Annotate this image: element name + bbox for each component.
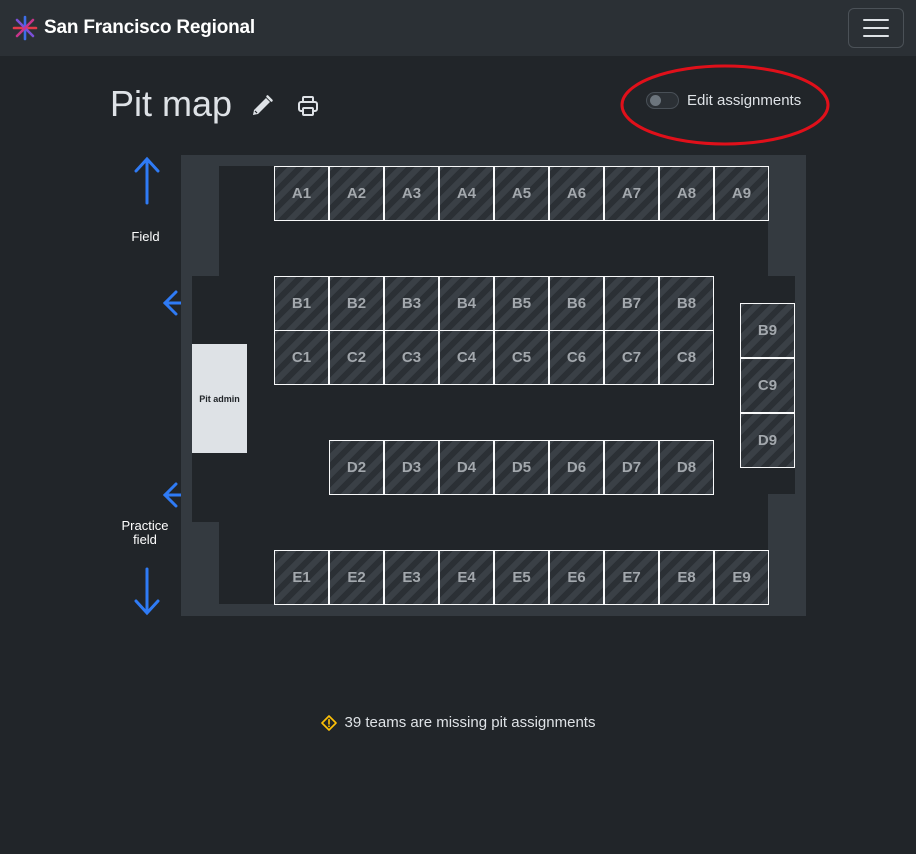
pit-d5[interactable]: D5: [494, 440, 549, 495]
pit-b5[interactable]: B5: [494, 276, 549, 331]
pit-c7[interactable]: C7: [604, 330, 659, 385]
pit-c8[interactable]: C8: [659, 330, 714, 385]
pit-a4[interactable]: A4: [439, 166, 494, 221]
pit-b1[interactable]: B1: [274, 276, 329, 331]
pit-b6[interactable]: B6: [549, 276, 604, 331]
pit-c3[interactable]: C3: [384, 330, 439, 385]
pit-c1[interactable]: C1: [274, 330, 329, 385]
pit-e1[interactable]: E1: [274, 550, 329, 605]
page-title: Pit map: [110, 83, 233, 124]
pit-d3[interactable]: D3: [384, 440, 439, 495]
edit-assignments-switch[interactable]: Edit assignments: [646, 92, 801, 109]
pit-d7[interactable]: D7: [604, 440, 659, 495]
star-burst-logo: [12, 15, 38, 41]
pit-e6[interactable]: E6: [549, 550, 604, 605]
pit-e7[interactable]: E7: [604, 550, 659, 605]
brand[interactable]: San Francisco Regional: [12, 14, 255, 42]
pit-a8[interactable]: A8: [659, 166, 714, 221]
pit-e8[interactable]: E8: [659, 550, 714, 605]
edit-assignments-toggle[interactable]: [646, 92, 679, 109]
pit-b8[interactable]: B8: [659, 276, 714, 331]
pit-c2[interactable]: C2: [329, 330, 384, 385]
toggle-knob: [650, 95, 661, 106]
pit-e2[interactable]: E2: [329, 550, 384, 605]
pit-d2[interactable]: D2: [329, 440, 384, 495]
pit-e5[interactable]: E5: [494, 550, 549, 605]
pit-d4[interactable]: D4: [439, 440, 494, 495]
pit-a1[interactable]: A1: [274, 166, 329, 221]
pencil-icon[interactable]: [250, 94, 274, 118]
menu-toggle-button[interactable]: [848, 8, 904, 48]
pit-e3[interactable]: E3: [384, 550, 439, 605]
pit-a5[interactable]: A5: [494, 166, 549, 221]
pit-c9[interactable]: C9: [740, 358, 795, 413]
pit-b7[interactable]: B7: [604, 276, 659, 331]
hamburger-icon: [863, 19, 889, 37]
pit-a2[interactable]: A2: [329, 166, 384, 221]
pit-c4[interactable]: C4: [439, 330, 494, 385]
pit-a3[interactable]: A3: [384, 166, 439, 221]
pit-c6[interactable]: C6: [549, 330, 604, 385]
pit-d6[interactable]: D6: [549, 440, 604, 495]
pit-floor: [219, 166, 768, 604]
pit-e9[interactable]: E9: [714, 550, 769, 605]
pit-a6[interactable]: A6: [549, 166, 604, 221]
field-label: Field: [131, 229, 160, 244]
pit-b2[interactable]: B2: [329, 276, 384, 331]
pit-a7[interactable]: A7: [604, 166, 659, 221]
pit-admin-area: Pit admin: [192, 344, 247, 453]
navbar: San Francisco Regional: [0, 0, 916, 56]
pit-b4[interactable]: B4: [439, 276, 494, 331]
arrow-up-icon: [134, 156, 160, 205]
pit-b9[interactable]: B9: [740, 303, 795, 358]
pit-d9[interactable]: D9: [740, 413, 795, 468]
arrow-down-icon: [134, 567, 160, 616]
brand-name: San Francisco Regional: [44, 17, 255, 38]
pit-b3[interactable]: B3: [384, 276, 439, 331]
edit-assignments-label[interactable]: Edit assignments: [687, 92, 801, 109]
warning-text: 39 teams are missing pit assignments: [344, 714, 596, 731]
warning-diamond-icon: [320, 714, 337, 731]
pit-a9[interactable]: A9: [714, 166, 769, 221]
pit-e4[interactable]: E4: [439, 550, 494, 605]
missing-assignments-warning: 39 teams are missing pit assignments: [0, 714, 916, 731]
pit-d8[interactable]: D8: [659, 440, 714, 495]
practice-field-label: Practice field: [121, 518, 169, 547]
pit-c5[interactable]: C5: [494, 330, 549, 385]
printer-icon[interactable]: [296, 94, 320, 118]
